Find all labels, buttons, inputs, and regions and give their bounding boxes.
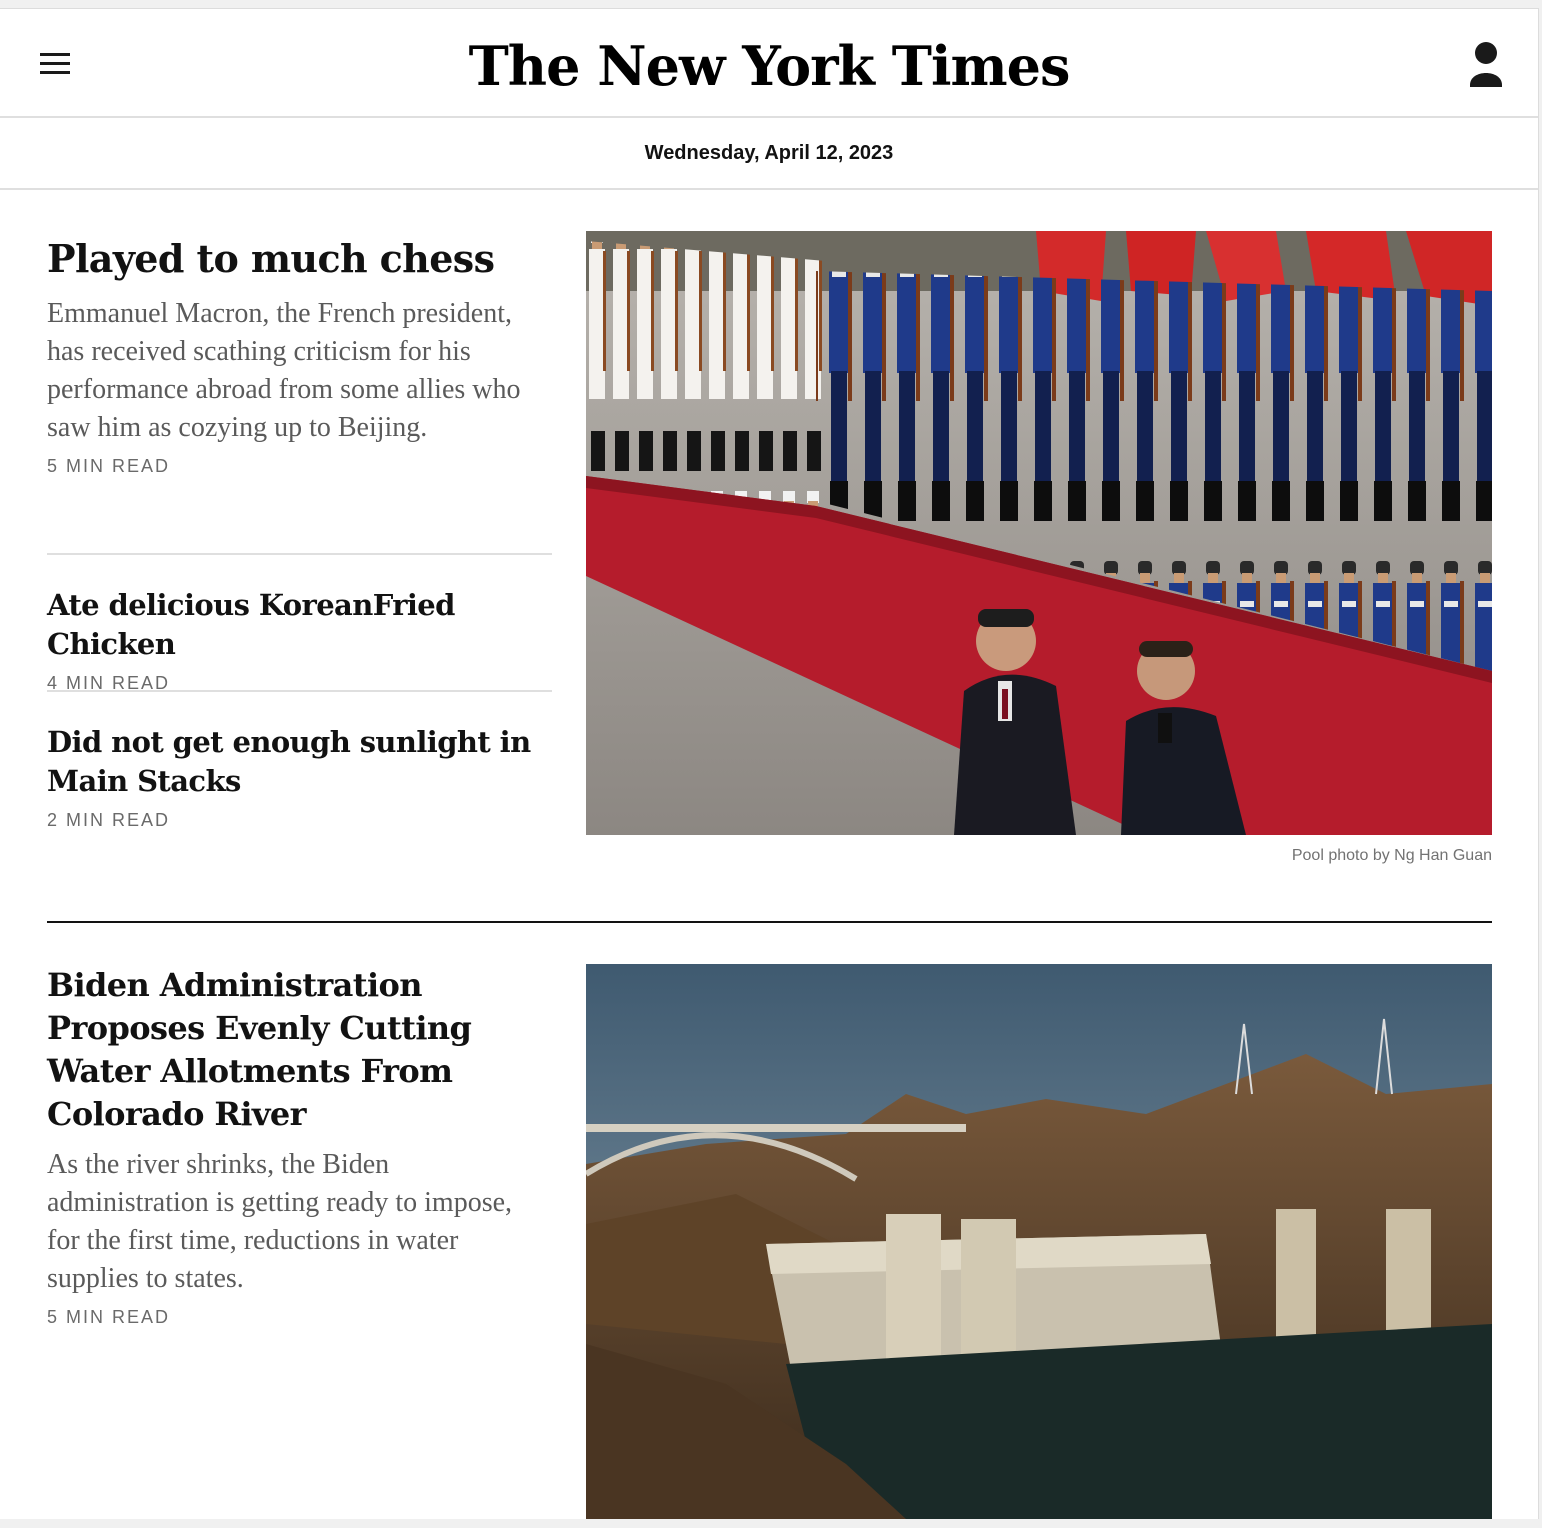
story-photo[interactable] bbox=[586, 964, 1492, 1519]
page: The New York Times Wednesday, April 12, … bbox=[0, 8, 1539, 1519]
story-summary[interactable]: As the river shrinks, the Biden administ… bbox=[47, 1146, 527, 1298]
story-read-time: 2 MIN READ bbox=[47, 810, 171, 830]
dateline: Wednesday, April 12, 2023 bbox=[0, 118, 1538, 190]
photo-credit: Pool photo by Ng Han Guan bbox=[1291, 847, 1492, 864]
lead-story-read-time: 5 MIN READ bbox=[47, 456, 171, 476]
story-headline[interactable]: Did not get enough sunlight in Main Stac… bbox=[47, 723, 552, 801]
section-divider bbox=[47, 921, 1492, 923]
lead-story-summary[interactable]: Emmanuel Macron, the French president, h… bbox=[47, 295, 527, 447]
lead-story[interactable]: Played to much chess Emmanuel Macron, th… bbox=[47, 233, 552, 477]
story-headline[interactable]: Biden Administration Proposes Evenly Cut… bbox=[47, 964, 552, 1136]
masthead: The New York Times bbox=[0, 9, 1538, 118]
story-divider bbox=[47, 690, 552, 692]
story-read-time: 5 MIN READ bbox=[47, 1307, 171, 1327]
story-item[interactable]: Ate delicious KoreanFried Chicken 4 MIN … bbox=[47, 586, 552, 694]
story-divider bbox=[47, 553, 552, 555]
site-logo[interactable]: The New York Times bbox=[0, 31, 1538, 101]
lead-story-headline[interactable]: Played to much chess bbox=[47, 233, 552, 285]
story-item[interactable]: Biden Administration Proposes Evenly Cut… bbox=[47, 964, 552, 1328]
story-item[interactable]: Did not get enough sunlight in Main Stac… bbox=[47, 723, 552, 831]
story-headline[interactable]: Ate delicious KoreanFried Chicken bbox=[47, 586, 552, 664]
user-account-icon[interactable] bbox=[1466, 39, 1506, 95]
lead-story-photo[interactable] bbox=[586, 231, 1492, 835]
